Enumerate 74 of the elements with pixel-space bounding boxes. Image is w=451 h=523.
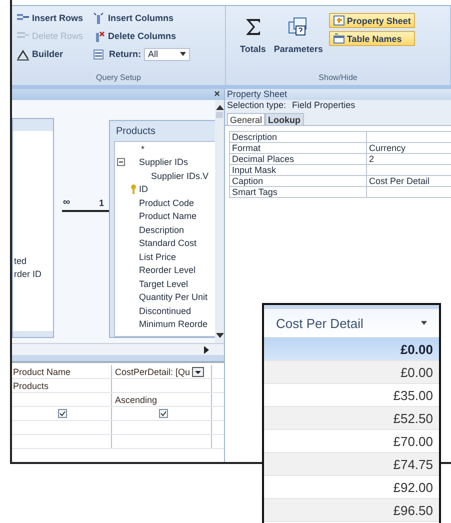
ribbon-button[interactable]: Builder (16, 46, 86, 62)
field-name[interactable]: List Price (139, 252, 176, 262)
field-name[interactable]: Target Level (139, 278, 188, 289)
selection-value: Field Properties (292, 100, 356, 111)
collapse-icon[interactable] (117, 158, 125, 166)
caret-icon (180, 52, 186, 56)
scroll-thumb[interactable] (216, 112, 223, 118)
vertical-scrollbar[interactable] (215, 100, 224, 343)
table-icon (332, 33, 345, 44)
field-name: ted (13, 255, 28, 268)
tab[interactable]: General (227, 113, 266, 125)
table-title: Products (115, 125, 156, 139)
close-button[interactable]: × (214, 89, 220, 100)
table-cell[interactable]: £0.00 (264, 338, 439, 361)
property-value-field[interactable]: Cost Per Detail (367, 176, 451, 186)
group-label: Query Setup (95, 73, 142, 84)
sheet-icon (332, 15, 345, 26)
property-name: Caption (232, 176, 264, 186)
selection-label: Selection type: (227, 100, 286, 111)
field-name[interactable]: Reorder Level (139, 265, 196, 276)
property-name: Format (232, 143, 261, 153)
return-dropdown[interactable]: All (144, 48, 190, 60)
ribbon-button[interactable]: Delete Columns (92, 28, 190, 44)
field-name[interactable]: Standard Cost (139, 238, 197, 248)
ribbon-button[interactable]: Parameters (272, 10, 325, 60)
checkbox[interactable] (58, 409, 66, 418)
grid-cell-text[interactable]: Products (13, 380, 49, 390)
scroll-up-arrow-icon[interactable] (216, 104, 224, 110)
property-name: Decimal Places (232, 154, 294, 164)
grid-cell-text[interactable]: Product Name (13, 366, 71, 376)
tab[interactable]: Lookup (265, 113, 304, 125)
one-label: 1 (98, 198, 104, 208)
table-cell[interactable]: £0.00 (264, 361, 439, 384)
field-name[interactable]: * (139, 144, 145, 154)
table-cell[interactable]: £52.50 (264, 407, 439, 430)
ribbon-button[interactable]: Totals (238, 10, 268, 60)
toggle-button[interactable]: Property Sheet (328, 13, 415, 28)
group-label: Show/Hide (318, 73, 358, 84)
checkbox[interactable] (158, 409, 168, 418)
many-label: ∞ (63, 197, 70, 208)
property-name: Smart Tags (232, 187, 278, 197)
return-label: Return: (109, 49, 142, 59)
property-value-field[interactable]: 2 (367, 154, 451, 164)
field-name[interactable]: Description (139, 224, 184, 235)
property-value-field[interactable]: Currency (367, 143, 451, 153)
field-name[interactable]: ID (139, 184, 148, 194)
toggle-button[interactable]: Table Names (328, 31, 415, 46)
panel-title: Property Sheet (225, 89, 451, 100)
column-header[interactable]: Cost Per Detail (264, 305, 439, 338)
field-name[interactable]: Supplier IDs (139, 157, 188, 168)
field-name[interactable]: Product Name (139, 211, 197, 222)
field-name[interactable]: Minimum Reorde (139, 319, 208, 330)
parameters-icon (287, 16, 310, 38)
property-name: Description (232, 132, 278, 142)
columns-icon (92, 12, 106, 24)
key-icon (130, 184, 137, 194)
return-icon (92, 48, 106, 60)
field-name[interactable]: Quantity Per Unit (139, 292, 208, 302)
table-cell[interactable]: £74.75 (264, 453, 439, 476)
scroll-right-arrow-icon[interactable] (204, 346, 210, 354)
dropdown-button[interactable] (192, 366, 204, 376)
caret-icon (421, 321, 427, 325)
ribbon-button[interactable]: Insert Columns (92, 10, 190, 26)
field-name[interactable]: Supplier IDs.V (151, 170, 209, 181)
field-name[interactable]: Discontinued (139, 306, 192, 316)
field-name[interactable]: Product Code (139, 198, 194, 208)
table-cell[interactable]: £96.50 (264, 499, 439, 522)
field-name: rder ID (13, 268, 43, 281)
grid-cell-text[interactable]: CostPerDetail: [Qu (115, 366, 190, 376)
scroll-down-arrow-icon[interactable] (216, 333, 224, 339)
grid-cell-text[interactable]: Ascending (115, 394, 158, 404)
property-name: Input Mask (232, 165, 276, 175)
horizontal-scrollbar[interactable] (12, 343, 224, 355)
ribbon-button[interactable]: Insert Rows (16, 10, 86, 26)
